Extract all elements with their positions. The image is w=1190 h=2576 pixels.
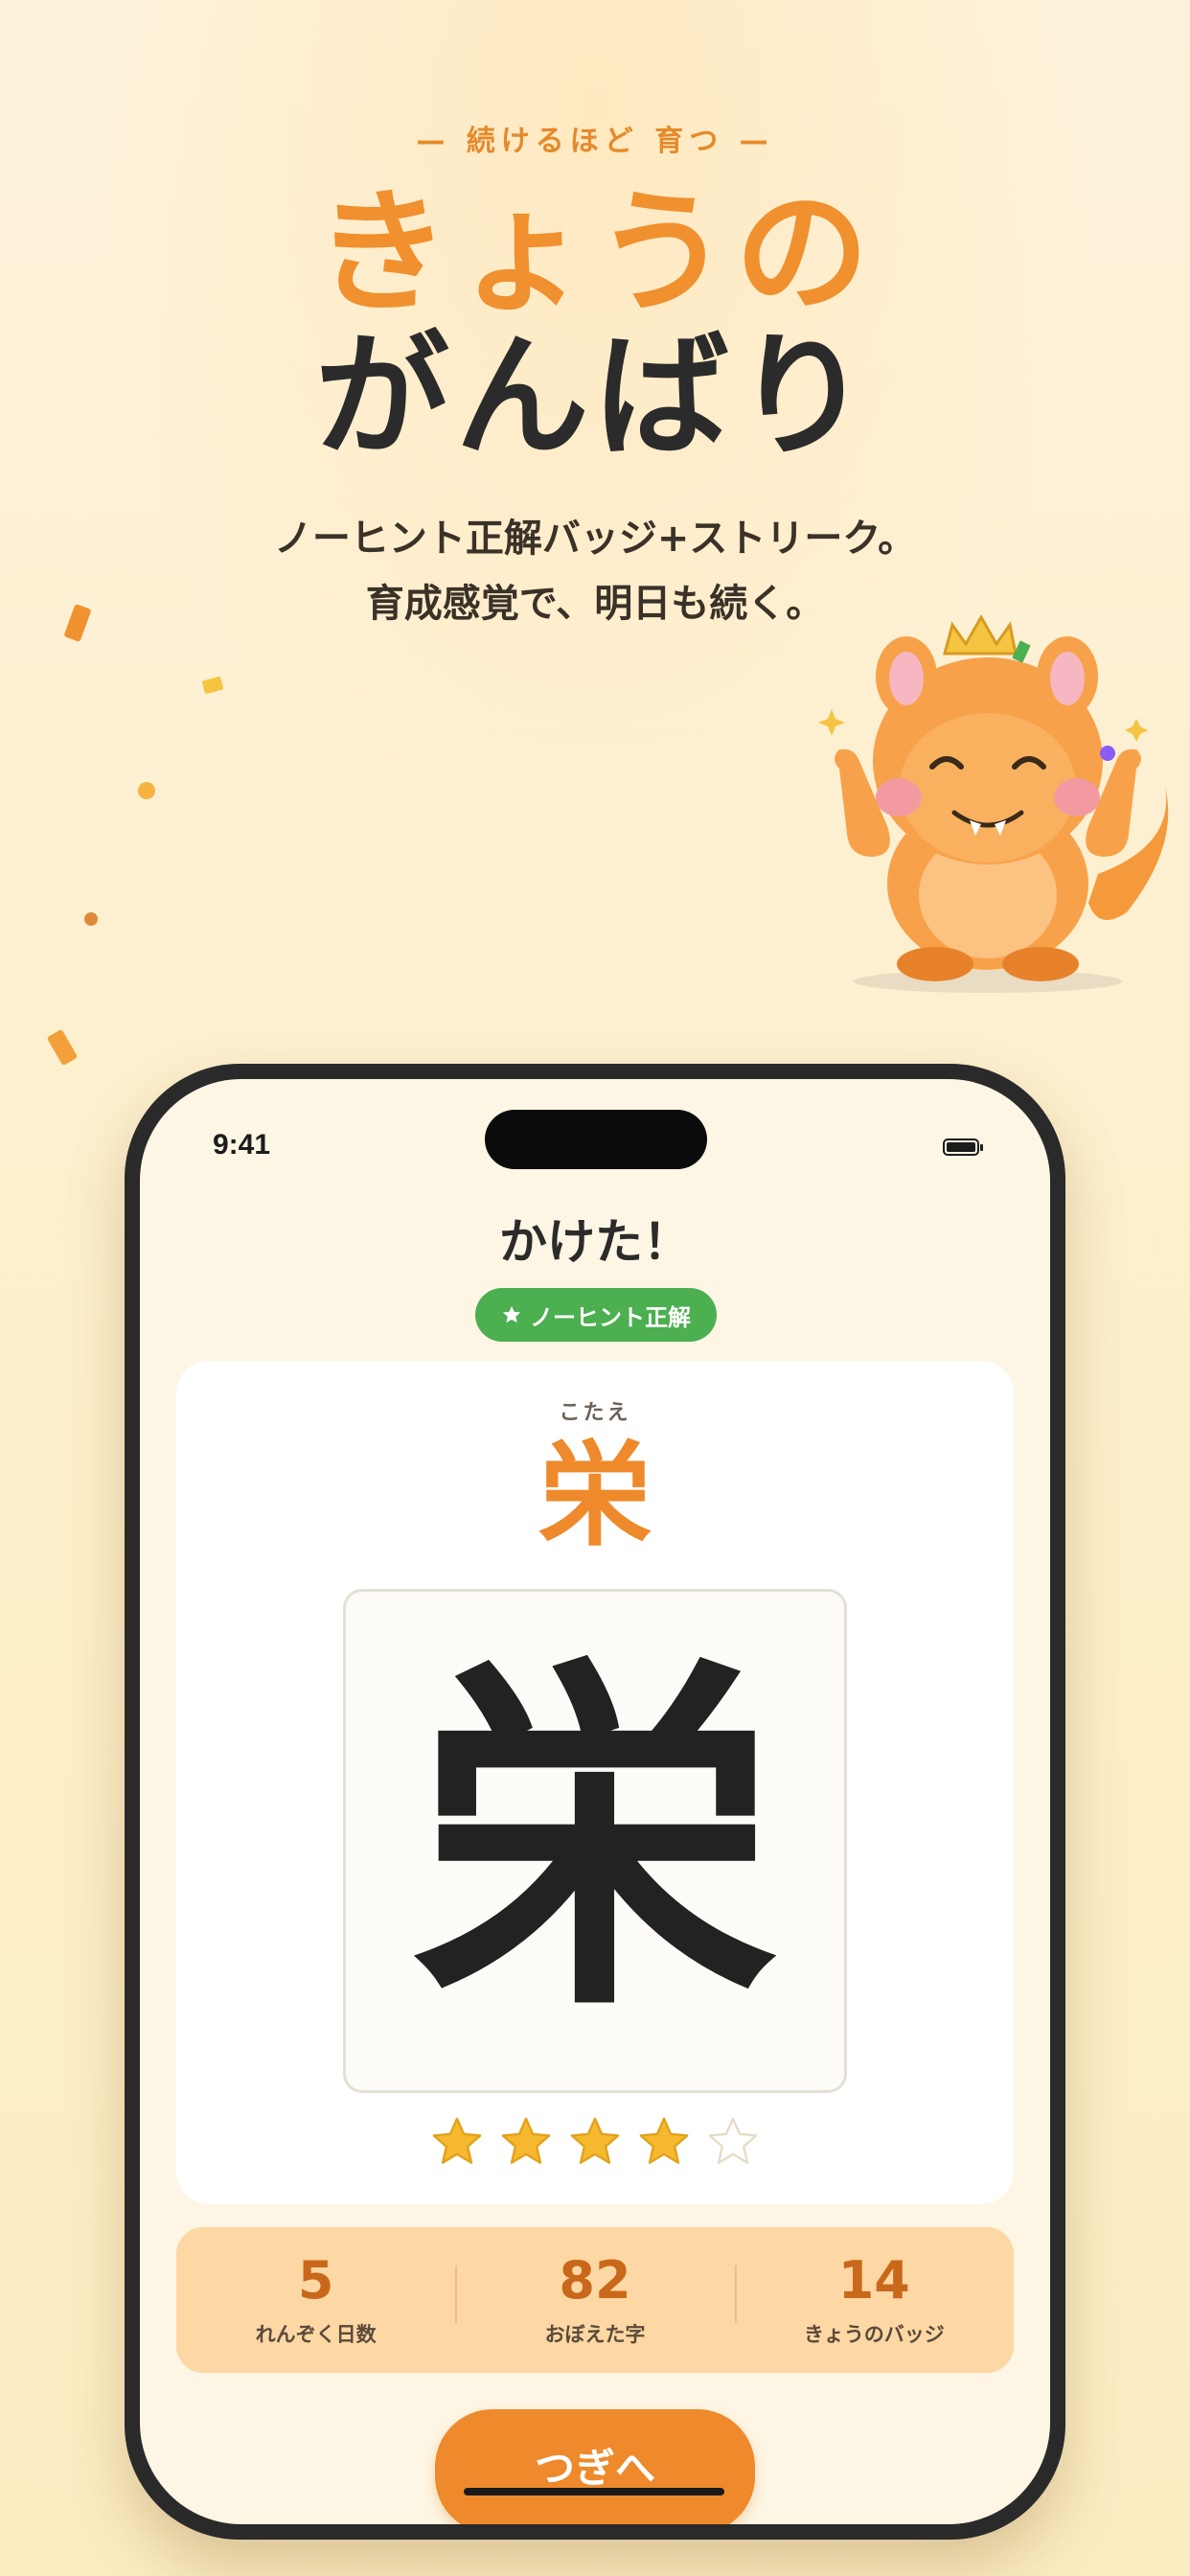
result-title: かけた！ — [499, 1214, 691, 1270]
dynamic-island — [485, 1110, 707, 1169]
stat-streak-days: 5 れんぞく日数 — [176, 2227, 455, 2373]
status-time: 9:41 — [213, 1129, 271, 1161]
star-filled-icon — [570, 2117, 620, 2164]
writing-canvas[interactable]: 栄 — [343, 1589, 847, 2093]
phone-frame: 9:41 かけた！ ノーヒント正解 こたえ 栄 栄 5 れんぞく日数 82 おぼ… — [125, 1064, 1065, 2540]
star-filled-icon — [639, 2117, 689, 2164]
confetti-piece — [84, 912, 98, 926]
stat-value: 5 — [297, 2250, 334, 2311]
written-kanji: 栄 — [413, 1628, 777, 2053]
star-filled-icon — [501, 2117, 551, 2164]
star-empty-icon — [708, 2117, 758, 2164]
battery-icon — [943, 1138, 983, 1156]
headline-line-1: きょうの — [314, 175, 875, 332]
eyebrow-text: — 続けるほど 育つ — — [416, 125, 774, 158]
headline-line-2: がんばり — [314, 319, 875, 475]
stats-bar: 5 れんぞく日数 82 おぼえた字 14 きょうのバッジ — [176, 2227, 1014, 2373]
stat-label: れんぞく日数 — [255, 2323, 377, 2346]
stat-learned-kanji: 82 おぼえた字 — [455, 2227, 734, 2373]
star-icon — [502, 1305, 521, 1323]
result-card: こたえ 栄 栄 — [176, 1361, 1014, 2204]
phone-screen: 9:41 かけた！ ノーヒント正解 こたえ 栄 栄 5 れんぞく日数 82 おぼ… — [140, 1079, 1050, 2524]
home-indicator — [464, 2488, 724, 2496]
rating-stars — [176, 2114, 1014, 2170]
stat-label: おぼえた字 — [544, 2323, 646, 2346]
answer-label: こたえ — [559, 1401, 631, 1425]
stat-value: 82 — [559, 2250, 631, 2311]
next-button[interactable]: つぎへ — [435, 2409, 755, 2524]
no-hint-badge: ノーヒント正解 — [475, 1288, 717, 1342]
stat-today-badges: 14 きょうのバッジ — [734, 2227, 1014, 2373]
star-filled-icon — [432, 2117, 482, 2164]
badge-label: ノーヒント正解 — [530, 1303, 691, 1331]
stat-label: きょうのバッジ — [803, 2323, 945, 2346]
answer-kanji: 栄 — [538, 1429, 652, 1561]
subtitle-line-1: ノーヒント正解バッジ+ストリーク。 — [273, 517, 917, 561]
stat-value: 14 — [837, 2250, 910, 2311]
mascot-illustration — [818, 613, 1169, 993]
confetti-piece — [138, 782, 155, 799]
